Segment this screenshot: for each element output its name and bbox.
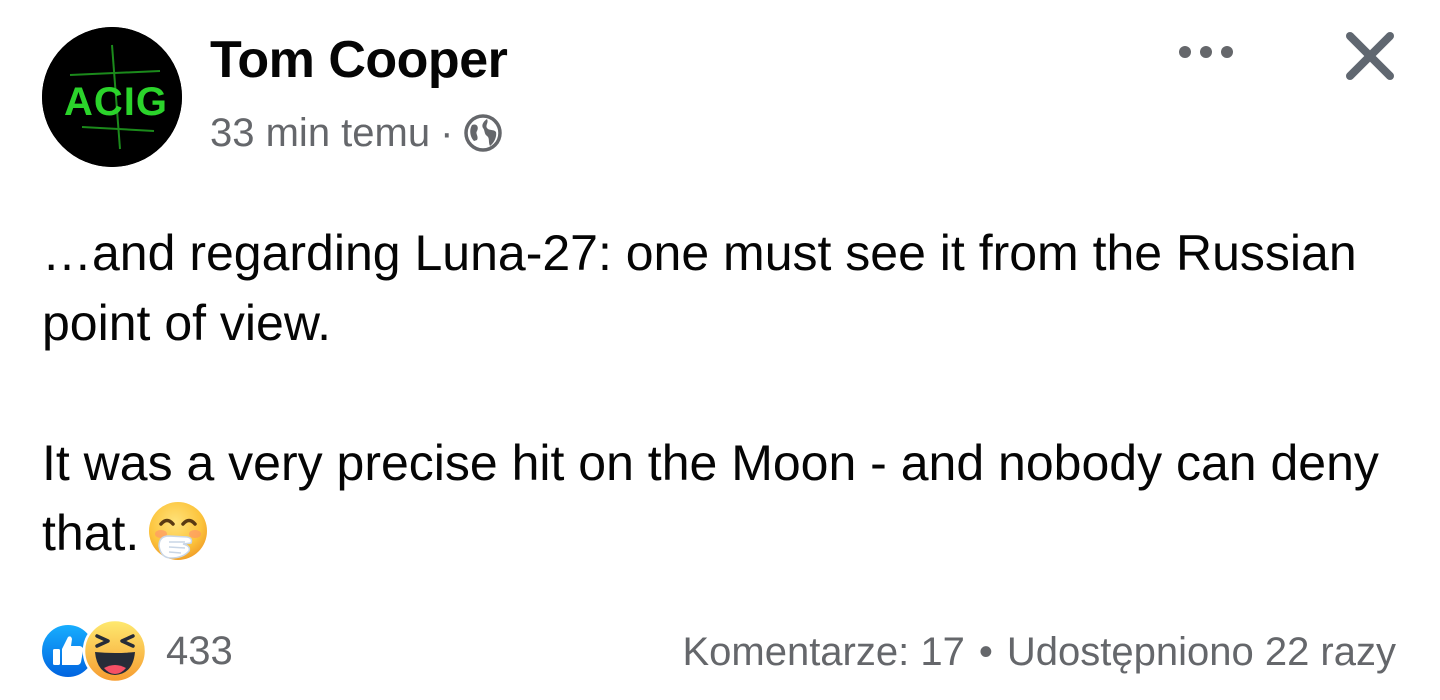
- author-name[interactable]: Tom Cooper: [210, 30, 508, 90]
- post-meta: 33 min temu ·: [210, 108, 503, 158]
- close-button[interactable]: [1334, 20, 1406, 92]
- haha-reaction-icon: [82, 618, 148, 684]
- avatar-logo-text: ACIG: [64, 80, 168, 124]
- reaction-count: 433: [166, 628, 233, 673]
- post-paragraph-2-text: It was a very precise hit on the Moon - …: [42, 435, 1379, 561]
- meta-separator: ·: [440, 110, 454, 155]
- stats-separator: •: [978, 629, 993, 674]
- reaction-icons: [40, 618, 162, 684]
- reactions-summary[interactable]: 433: [40, 618, 233, 684]
- globe-icon[interactable]: [463, 113, 503, 153]
- close-icon: [1346, 32, 1394, 80]
- more-options-icon: [1179, 46, 1233, 58]
- post-paragraph-2: It was a very precise hit on the Moon - …: [42, 428, 1422, 580]
- post-body: …and regarding Luna-27: one must see it …: [42, 218, 1422, 580]
- face-with-hand-over-mouth-emoji-icon: [147, 500, 209, 580]
- post-paragraph-1: …and regarding Luna-27: one must see it …: [42, 225, 1357, 351]
- author-avatar[interactable]: ACIG: [42, 27, 182, 167]
- comments-count-link[interactable]: Komentarze: 17: [682, 630, 964, 675]
- facebook-post: ACIG Tom Cooper 33 min temu · …and regar…: [0, 0, 1440, 700]
- post-timestamp[interactable]: 33 min temu: [210, 111, 430, 156]
- shares-count-link[interactable]: Udostępniono 22 razy: [1007, 630, 1396, 675]
- more-options-button[interactable]: [1168, 30, 1244, 74]
- engagement-stats: Komentarze: 17 • Udostępniono 22 razy: [682, 624, 1396, 680]
- acig-logo: ACIG: [42, 27, 182, 167]
